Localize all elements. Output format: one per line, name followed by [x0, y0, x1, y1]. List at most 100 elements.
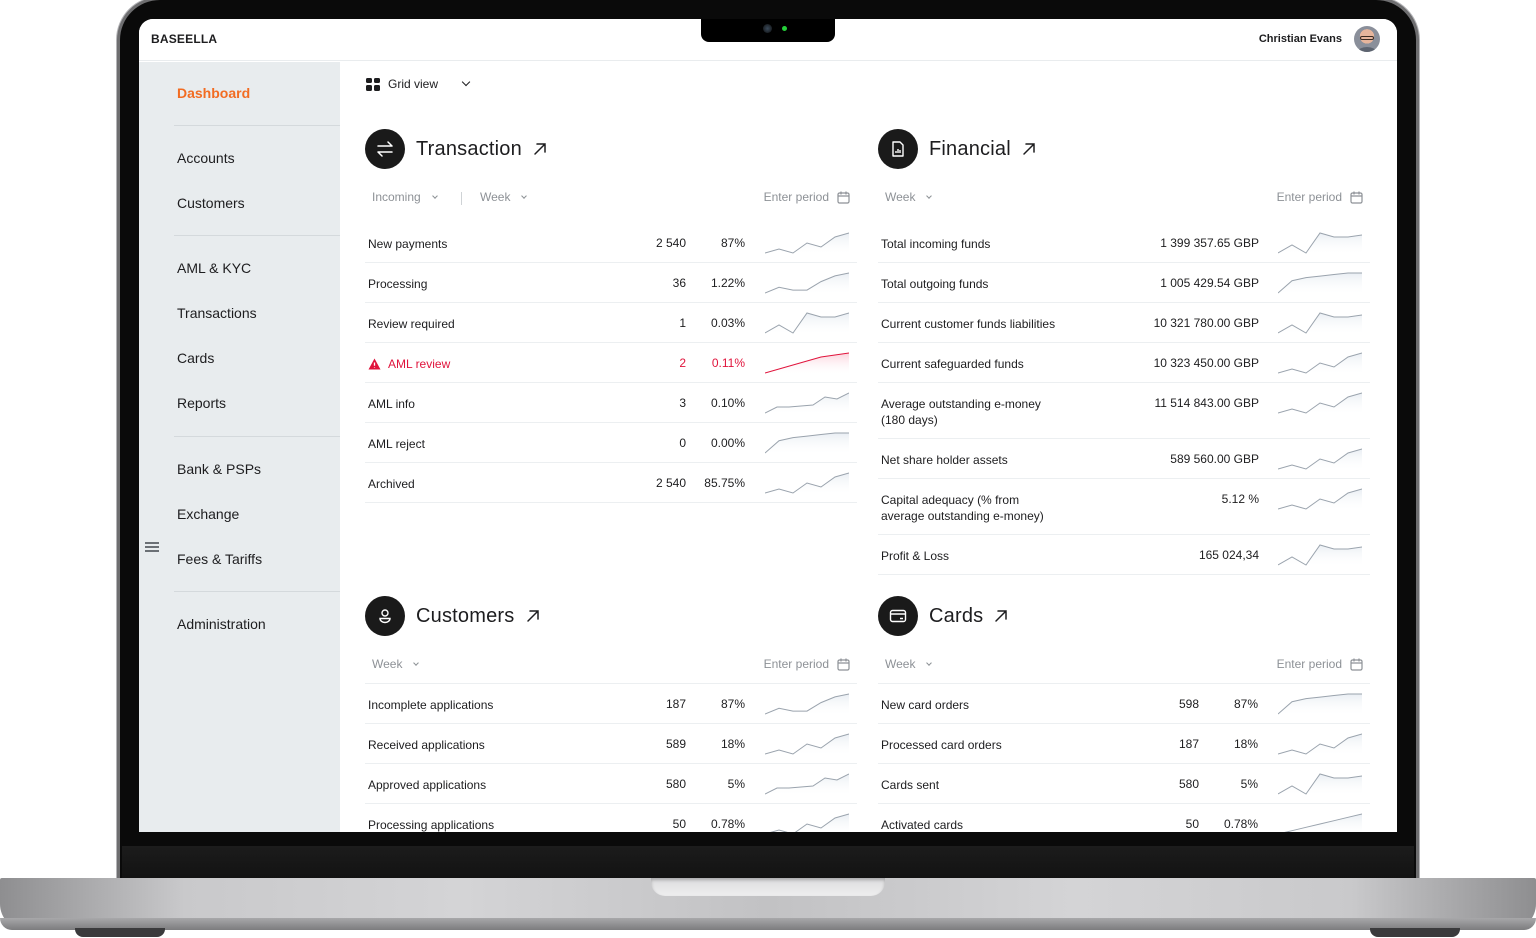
sparkline: [765, 272, 849, 295]
laptop-chin: [122, 846, 1414, 882]
metric-row[interactable]: Total outgoing funds 1 005 429.54 GBP: [878, 263, 1370, 303]
arrow-up-right-icon[interactable]: [993, 608, 1009, 624]
panel-title: Transaction: [416, 137, 522, 160]
period-placeholder: Enter period: [1276, 657, 1342, 671]
metric-label: New payments: [368, 236, 447, 252]
metric-count: 0: [679, 436, 686, 450]
week-filter[interactable]: Week: [372, 657, 420, 671]
metric-row[interactable]: Average outstanding e-money (180 days) 11…: [878, 383, 1370, 439]
metric-row[interactable]: Processed card orders 187 18%: [878, 724, 1370, 764]
sparkline-area: [765, 774, 849, 796]
sidebar-item-customers[interactable]: Customers: [177, 195, 245, 211]
sparkline: [765, 472, 849, 495]
metric-row[interactable]: Total incoming funds 1 399 357.65 GBP: [878, 223, 1370, 263]
sidebar-item-exchange[interactable]: Exchange: [177, 506, 239, 522]
metric-row[interactable]: Activated cards 50 0.78%: [878, 804, 1370, 832]
metric-row[interactable]: New payments 2 540 87%: [365, 223, 857, 263]
grid-view-icon: [366, 77, 380, 91]
metric-row[interactable]: Current customer funds liabilities 10 321…: [878, 303, 1370, 343]
sidebar-item-aml-kyc[interactable]: AML & KYC: [177, 260, 251, 276]
direction-filter[interactable]: Incoming: [372, 190, 438, 204]
brand-logo[interactable]: BASEELLA: [151, 32, 217, 46]
enter-period-input[interactable]: Enter period: [764, 657, 850, 671]
sidebar-divider: [174, 591, 340, 592]
sidebar-item-cards[interactable]: Cards: [177, 350, 214, 366]
sidebar-item-administration[interactable]: Administration: [177, 616, 266, 632]
metric-row[interactable]: Review required 1 0.03%: [365, 303, 857, 343]
laptop-opening-notch: [651, 878, 885, 896]
metric-row[interactable]: Current safeguarded funds 10 323 450.00 G…: [878, 343, 1370, 383]
view-switcher[interactable]: Grid view: [366, 77, 471, 91]
calendar-icon: [1350, 191, 1363, 204]
sparkline: [765, 693, 849, 716]
panel-title: Financial: [929, 137, 1011, 160]
sparkline: [765, 773, 849, 796]
metric-row[interactable]: Cards sent 580 5%: [878, 764, 1370, 804]
week-filter[interactable]: Week: [480, 190, 528, 204]
financial-rows: Total incoming funds 1 399 357.65 GBP Tota…: [878, 223, 1370, 575]
sidebar-item-reports[interactable]: Reports: [177, 395, 226, 411]
sparkline: [765, 352, 849, 375]
metric-label: Total incoming funds: [881, 236, 990, 252]
sparkline: [1278, 392, 1362, 415]
week-filter[interactable]: Week: [885, 657, 933, 671]
sparkline: [765, 432, 849, 455]
main-content: Grid view Transaction Incoming Week Ente…: [340, 62, 1397, 832]
chevron-down-icon: [521, 192, 528, 199]
metric-label-text: Total outgoing funds: [881, 277, 989, 291]
metric-value: 1 005 429.54 GBP: [1160, 276, 1259, 290]
enter-period-input[interactable]: Enter period: [1277, 190, 1363, 204]
metric-row[interactable]: Processing 36 1.22%: [365, 263, 857, 303]
sparkline: [1278, 448, 1362, 471]
metric-row[interactable]: Archived 2 540 85.75%: [365, 463, 857, 503]
week-filter[interactable]: Week: [885, 190, 933, 204]
metric-label: Total outgoing funds: [881, 276, 988, 292]
metric-value: 589 560.00 GBP: [1170, 452, 1259, 466]
metric-value: 11 514 843.00 GBP: [1154, 396, 1259, 410]
arrow-up-right-icon[interactable]: [1021, 141, 1037, 157]
period-placeholder: Enter period: [1276, 190, 1342, 204]
metric-percent: 0.10%: [710, 396, 745, 410]
sidebar-item-fees-tariffs[interactable]: Fees & Tariffs: [177, 551, 262, 567]
sparkline-area: [765, 273, 849, 295]
sidebar-item-bank-psps[interactable]: Bank & PSPs: [177, 461, 261, 477]
metric-row[interactable]: Approved applications 580 5%: [365, 764, 857, 804]
metric-count: 36: [672, 276, 686, 290]
filter-label: Week: [372, 657, 403, 671]
metric-row[interactable]: AML review 2 0.11%: [365, 343, 857, 383]
avatar-glasses: [1360, 36, 1374, 40]
filter-label: Week: [480, 190, 511, 204]
metric-count: 2: [679, 356, 686, 370]
sidebar: Dashboard Accounts Customers AML & KYC T…: [139, 62, 340, 832]
metric-label: Received applications: [368, 737, 485, 753]
avatar[interactable]: [1354, 26, 1380, 52]
arrow-up-right-icon[interactable]: [532, 141, 548, 157]
enter-period-input[interactable]: Enter period: [764, 190, 850, 204]
metric-row[interactable]: Incomplete applications 187 87%: [365, 684, 857, 724]
sparkline: [1278, 232, 1362, 255]
sidebar-item-transactions[interactable]: Transactions: [177, 305, 257, 321]
sparkline-area: [765, 353, 849, 375]
metric-row[interactable]: AML reject 0 0.00%: [365, 423, 857, 463]
arrow-up-right-icon[interactable]: [525, 608, 541, 624]
metric-row[interactable]: Processing applications 50 0.78%: [365, 804, 857, 832]
metric-row[interactable]: AML info 3 0.10%: [365, 383, 857, 423]
metric-count: 50: [672, 817, 686, 831]
metric-count: 589: [665, 737, 686, 751]
metric-row[interactable]: Received applications 589 18%: [365, 724, 857, 764]
metric-row[interactable]: New card orders 598 87%: [878, 684, 1370, 724]
user-name[interactable]: Christian Evans: [1259, 33, 1342, 45]
metric-row[interactable]: Net share holder assets 589 560.00 GBP: [878, 439, 1370, 479]
filter-label: Week: [885, 190, 916, 204]
metric-label: Processing: [368, 276, 427, 292]
sparkline: [1278, 544, 1362, 567]
cards-rows: New card orders 598 87% Processed card orde…: [878, 683, 1370, 832]
enter-period-input[interactable]: Enter period: [1277, 657, 1363, 671]
metric-row[interactable]: Profit & Loss 165 024,34: [878, 535, 1370, 575]
sparkline: [770, 813, 849, 832]
sidebar-item-dashboard[interactable]: Dashboard: [177, 85, 250, 101]
metric-row[interactable]: Capital adequacy (% from average outstan…: [878, 479, 1370, 535]
hamburger-menu-icon[interactable]: [145, 542, 159, 552]
metric-percent: 18%: [720, 737, 745, 751]
sidebar-item-accounts[interactable]: Accounts: [177, 150, 235, 166]
